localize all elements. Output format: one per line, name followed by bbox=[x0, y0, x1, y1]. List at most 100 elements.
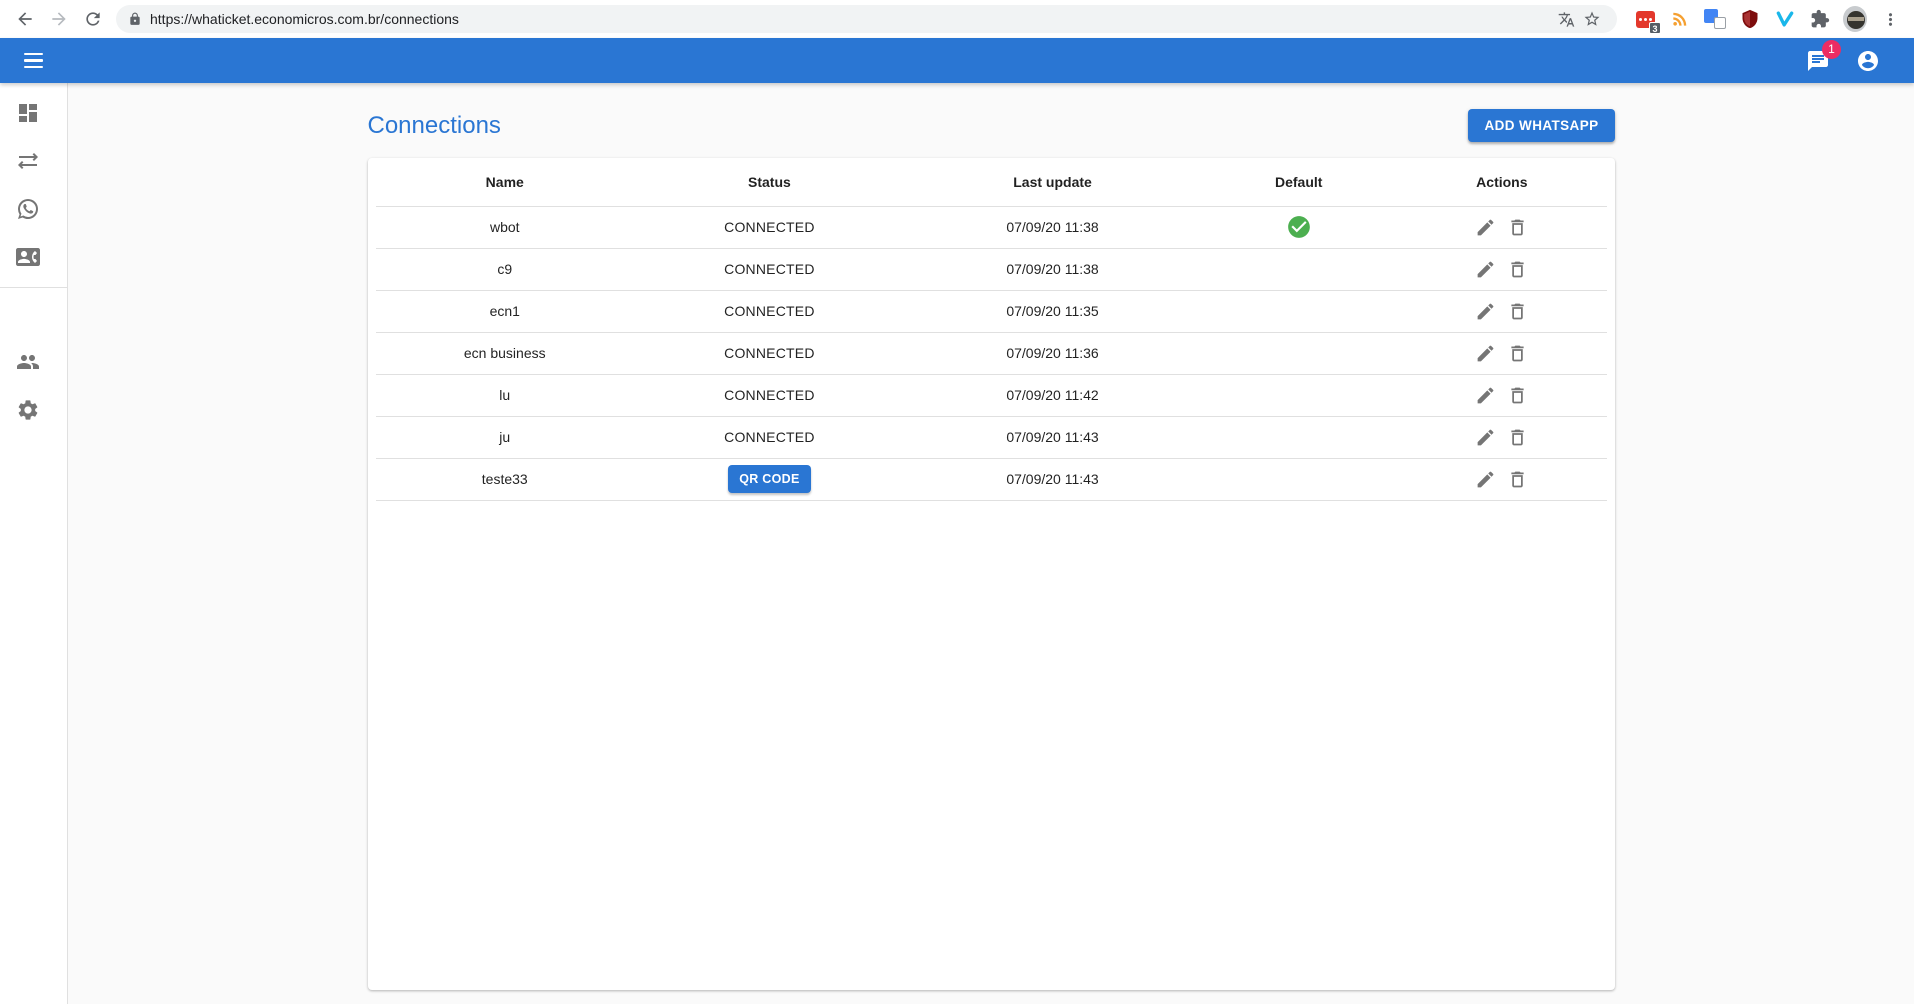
default-check-icon bbox=[1286, 218, 1312, 234]
extensions-area: 3 bbox=[1623, 7, 1906, 31]
table-row: lu CONNECTED 07/09/20 11:42 bbox=[376, 374, 1607, 416]
sidebar-item-contacts[interactable] bbox=[0, 233, 67, 281]
connection-status: CONNECTED bbox=[724, 261, 814, 277]
account-button[interactable] bbox=[1854, 47, 1882, 75]
edit-icon bbox=[1475, 217, 1496, 238]
dashboard-icon bbox=[16, 101, 40, 125]
connection-name: teste33 bbox=[376, 458, 635, 500]
connections-table: Name Status Last update Default Actions … bbox=[376, 158, 1607, 501]
connection-name: ju bbox=[376, 416, 635, 458]
forward-icon bbox=[49, 9, 69, 29]
connection-last-update: 07/09/20 11:43 bbox=[905, 416, 1200, 458]
extensions-puzzle-icon[interactable] bbox=[1808, 7, 1832, 31]
connection-name: ecn business bbox=[376, 332, 635, 374]
ublock-extension-icon[interactable] bbox=[1738, 7, 1762, 31]
vimeo-extension-icon[interactable] bbox=[1773, 7, 1797, 31]
back-icon bbox=[15, 9, 35, 29]
chat-extension-icon[interactable]: 3 bbox=[1633, 7, 1657, 31]
edit-connection-button[interactable] bbox=[1472, 465, 1500, 493]
sidebar-divider bbox=[0, 287, 67, 288]
column-header-last-update: Last update bbox=[905, 158, 1200, 206]
table-row: c9 CONNECTED 07/09/20 11:38 bbox=[376, 248, 1607, 290]
delete-connection-button[interactable] bbox=[1504, 381, 1532, 409]
edit-connection-button[interactable] bbox=[1472, 423, 1500, 451]
delete-icon bbox=[1507, 217, 1528, 238]
bookmark-star-icon bbox=[1583, 10, 1601, 28]
reload-icon bbox=[83, 9, 103, 29]
table-row: ecn business CONNECTED 07/09/20 11:36 bbox=[376, 332, 1607, 374]
connection-status: CONNECTED bbox=[724, 387, 814, 403]
menu-button[interactable] bbox=[18, 43, 54, 79]
delete-connection-button[interactable] bbox=[1504, 255, 1532, 283]
connection-status: CONNECTED bbox=[724, 429, 814, 445]
browser-menu-icon bbox=[1881, 10, 1900, 29]
delete-connection-button[interactable] bbox=[1504, 297, 1532, 325]
sidebar-item-tickets[interactable] bbox=[0, 185, 67, 233]
edit-icon bbox=[1475, 469, 1496, 490]
column-header-actions: Actions bbox=[1397, 158, 1606, 206]
connection-last-update: 07/09/20 11:38 bbox=[905, 206, 1200, 248]
delete-connection-button[interactable] bbox=[1504, 465, 1532, 493]
address-bar[interactable]: https://whaticket.economicros.com.br/con… bbox=[116, 5, 1617, 33]
column-header-default: Default bbox=[1200, 158, 1397, 206]
back-button[interactable] bbox=[8, 2, 42, 36]
edit-connection-button[interactable] bbox=[1472, 297, 1500, 325]
url-text: https://whaticket.economicros.com.br/con… bbox=[150, 11, 1553, 27]
browser-toolbar: https://whaticket.economicros.com.br/con… bbox=[0, 0, 1914, 38]
page-title: Connections bbox=[368, 112, 501, 140]
connection-status: CONNECTED bbox=[724, 345, 814, 361]
edit-icon bbox=[1475, 343, 1496, 364]
sidebar-item-connections[interactable] bbox=[0, 137, 67, 185]
main-content: Connections ADD WHATSAPP Name Status Las… bbox=[68, 83, 1914, 1004]
delete-icon bbox=[1507, 301, 1528, 322]
add-whatsapp-button[interactable]: ADD WHATSAPP bbox=[1468, 109, 1614, 142]
forward-button[interactable] bbox=[42, 2, 76, 36]
messages-badge: 1 bbox=[1822, 40, 1841, 59]
connection-last-update: 07/09/20 11:38 bbox=[905, 248, 1200, 290]
settings-icon bbox=[16, 398, 40, 422]
edit-icon bbox=[1475, 301, 1496, 322]
delete-icon bbox=[1507, 385, 1528, 406]
sidebar-item-users[interactable] bbox=[0, 338, 67, 386]
connection-name: lu bbox=[376, 374, 635, 416]
sidebar-item-settings[interactable] bbox=[0, 386, 67, 434]
edit-connection-button[interactable] bbox=[1472, 255, 1500, 283]
sidebar bbox=[0, 83, 68, 1004]
qr-code-button[interactable]: QR CODE bbox=[728, 465, 810, 493]
connection-status: CONNECTED bbox=[724, 219, 814, 235]
translate-extension-icon[interactable] bbox=[1703, 7, 1727, 31]
translate-page-button[interactable] bbox=[1553, 6, 1579, 32]
extension-badge: 3 bbox=[1649, 22, 1661, 34]
edit-icon bbox=[1475, 385, 1496, 406]
connection-name: ecn1 bbox=[376, 290, 635, 332]
menu-icon bbox=[24, 53, 43, 56]
reload-button[interactable] bbox=[76, 2, 110, 36]
connection-name: c9 bbox=[376, 248, 635, 290]
edit-icon bbox=[1475, 427, 1496, 448]
app-bar: 1 bbox=[0, 38, 1914, 83]
edit-connection-button[interactable] bbox=[1472, 381, 1500, 409]
messages-button[interactable]: 1 bbox=[1804, 47, 1832, 75]
edit-connection-button[interactable] bbox=[1472, 339, 1500, 367]
delete-icon bbox=[1507, 469, 1528, 490]
column-header-name: Name bbox=[376, 158, 635, 206]
table-row: ju CONNECTED 07/09/20 11:43 bbox=[376, 416, 1607, 458]
bookmark-button[interactable] bbox=[1579, 6, 1605, 32]
users-icon bbox=[16, 350, 40, 374]
delete-connection-button[interactable] bbox=[1504, 423, 1532, 451]
lock-icon bbox=[128, 12, 142, 26]
profile-avatar[interactable] bbox=[1843, 7, 1867, 31]
table-row: teste33 QR CODE 07/09/20 11:43 bbox=[376, 458, 1607, 500]
connection-last-update: 07/09/20 11:43 bbox=[905, 458, 1200, 500]
browser-menu-button[interactable] bbox=[1878, 7, 1902, 31]
sidebar-item-dashboard[interactable] bbox=[0, 89, 67, 137]
translate-icon bbox=[1558, 11, 1575, 28]
delete-icon bbox=[1507, 343, 1528, 364]
connection-status: CONNECTED bbox=[724, 303, 814, 319]
edit-connection-button[interactable] bbox=[1472, 213, 1500, 241]
connection-last-update: 07/09/20 11:36 bbox=[905, 332, 1200, 374]
connections-card: Name Status Last update Default Actions … bbox=[368, 158, 1615, 990]
rss-extension-icon[interactable] bbox=[1668, 7, 1692, 31]
delete-connection-button[interactable] bbox=[1504, 213, 1532, 241]
delete-connection-button[interactable] bbox=[1504, 339, 1532, 367]
